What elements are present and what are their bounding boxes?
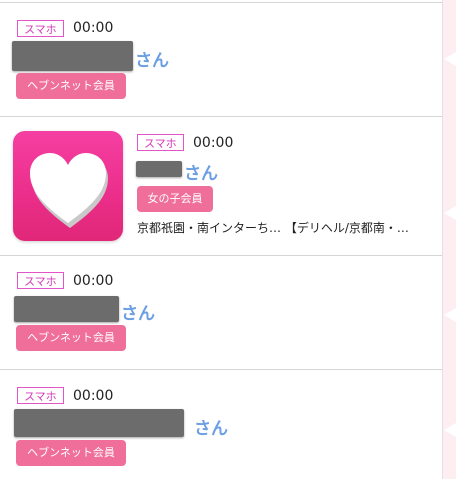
heart-icon bbox=[30, 153, 108, 228]
scroll-notch bbox=[444, 423, 456, 437]
device-tag: スマホ bbox=[17, 20, 64, 37]
divider bbox=[0, 369, 442, 370]
honorific: さん bbox=[184, 164, 218, 184]
timestamp: 00:00 bbox=[73, 388, 114, 404]
redacted-username bbox=[14, 296, 119, 322]
message-list: スマホ 00:00 さん ヘブンネット会員 スマホ 00:00 さん 女の子会員… bbox=[0, 0, 442, 479]
timestamp: 00:00 bbox=[73, 273, 114, 289]
divider bbox=[0, 116, 442, 117]
honorific: さん bbox=[135, 51, 169, 71]
member-badge: 女の子会員 bbox=[137, 186, 213, 212]
device-tag: スマホ bbox=[137, 134, 184, 151]
divider bbox=[0, 255, 442, 256]
honorific: さん bbox=[194, 419, 228, 439]
member-badge: ヘブンネット会員 bbox=[16, 440, 126, 466]
timestamp: 00:00 bbox=[193, 135, 234, 151]
redacted-username bbox=[12, 41, 133, 71]
device-tag: スマホ bbox=[17, 272, 64, 289]
redacted-username bbox=[14, 409, 184, 437]
scroll-notch bbox=[444, 308, 456, 322]
timestamp: 00:00 bbox=[73, 20, 114, 36]
member-badge: ヘブンネット会員 bbox=[16, 325, 126, 351]
right-side-rail bbox=[442, 0, 456, 479]
member-badge: ヘブンネット会員 bbox=[16, 73, 126, 99]
shop-description: 京都祇園・南インターち… 【デリヘル/京都南・… bbox=[137, 221, 409, 235]
redacted-username bbox=[136, 161, 182, 177]
avatar[interactable] bbox=[13, 131, 123, 241]
scroll-notch bbox=[444, 206, 456, 220]
divider bbox=[442, 0, 443, 479]
divider bbox=[0, 2, 442, 3]
honorific: さん bbox=[121, 304, 155, 324]
scroll-notch bbox=[444, 52, 456, 66]
device-tag: スマホ bbox=[17, 387, 64, 404]
